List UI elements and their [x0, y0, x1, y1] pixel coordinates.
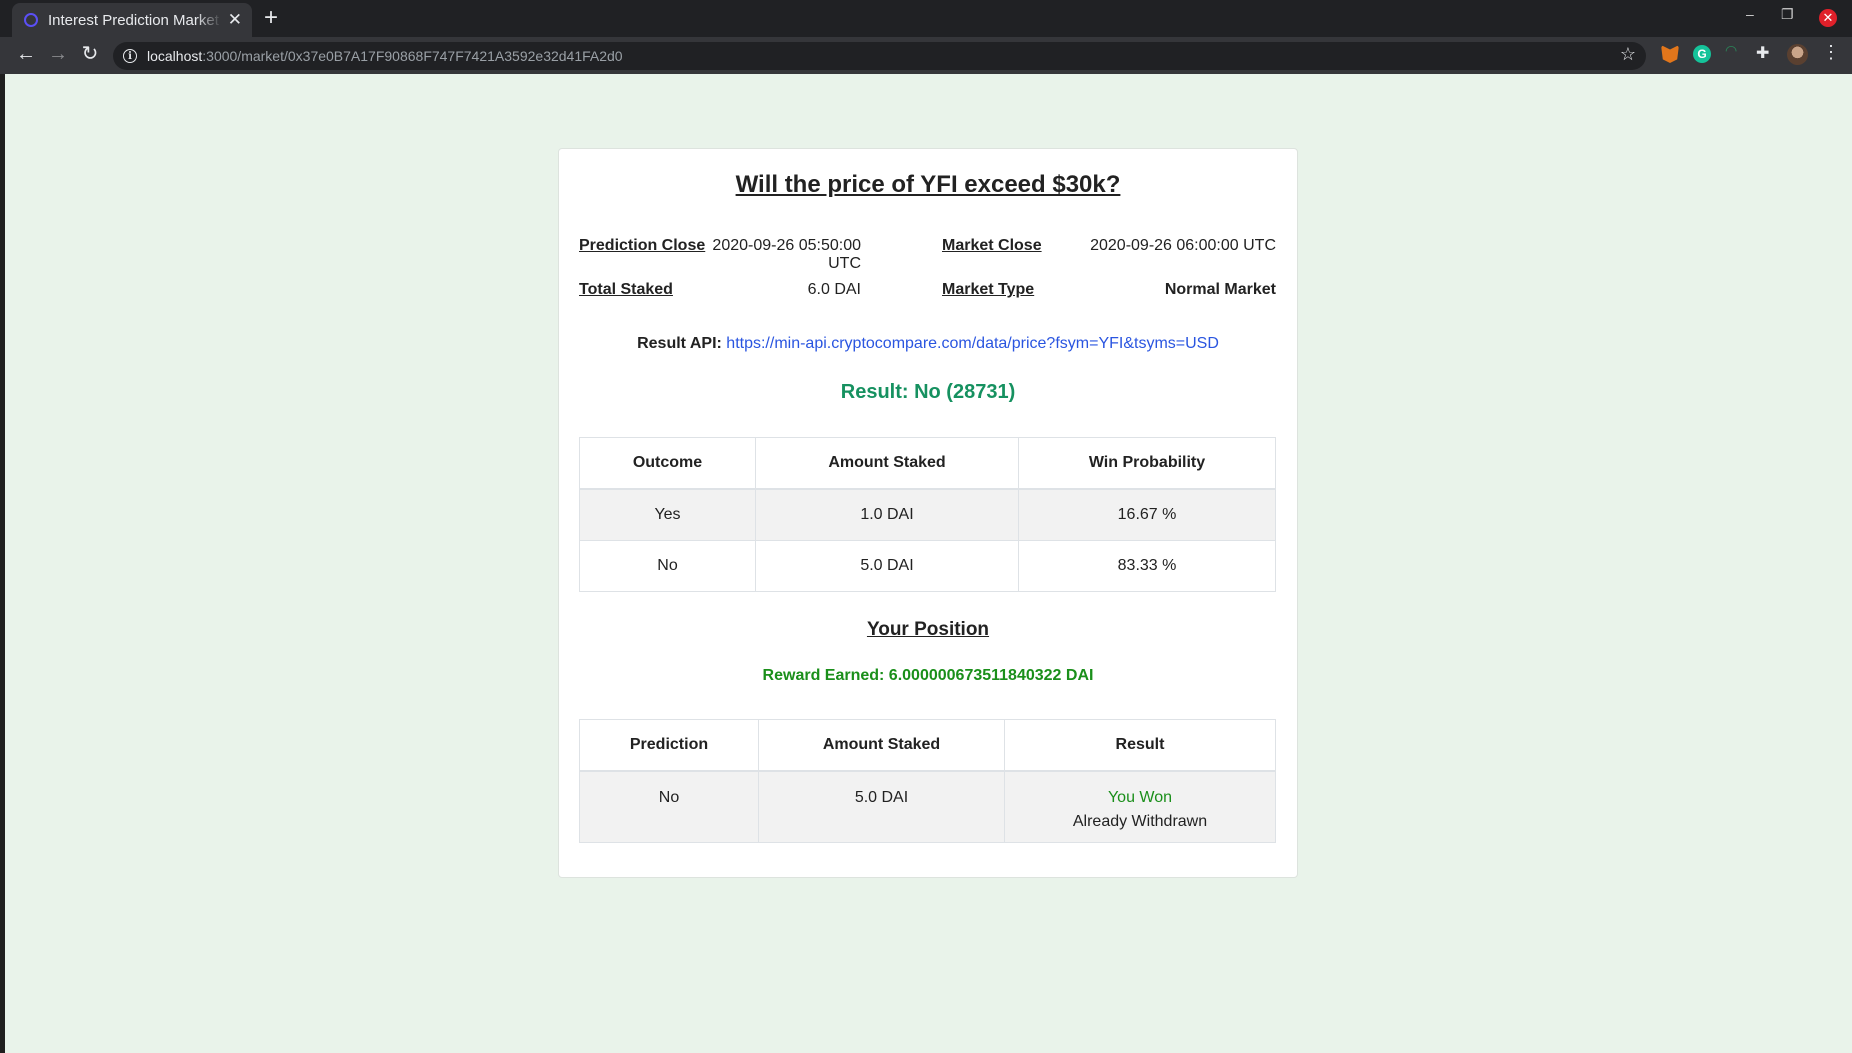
browser-tab[interactable]: Interest Prediction Market ✕ [12, 3, 252, 37]
result-api-line: Result API: https://min-api.cryptocompar… [559, 335, 1297, 353]
grammarly-extension-icon[interactable]: G [1693, 45, 1711, 63]
probability-cell: 16.67 % [1018, 488, 1276, 541]
column-header: Outcome [579, 437, 756, 490]
column-header: Win Probability [1018, 437, 1276, 490]
restore-icon[interactable]: ❐ [1781, 6, 1794, 23]
reward-earned: Reward Earned: 6.000000673511840322 DAI [762, 667, 1094, 684]
probability-cell: 83.33 % [1018, 540, 1276, 592]
table-row: No 5.0 DAI You Won Already Withdrawn [579, 770, 1276, 843]
reload-icon[interactable]: ↻ [78, 42, 102, 66]
outcome-cell: Yes [579, 488, 756, 541]
market-close-label: Market Close [942, 237, 1042, 254]
prediction-close-label: Prediction Close [579, 237, 706, 254]
column-header: Result [1004, 719, 1276, 772]
market-card: Will the price of YFI exceed $30k? Predi… [558, 148, 1298, 878]
result-cell: You Won Already Withdrawn [1004, 770, 1276, 843]
address-bar[interactable]: i localhost:3000/market/0x37e0B7A17F9086… [113, 42, 1646, 70]
window-close-icon[interactable]: ✕ [1819, 9, 1837, 27]
url-text[interactable]: localhost:3000/market/0x37e0B7A17F90868F… [147, 48, 623, 64]
win-status: You Won [1107, 789, 1173, 806]
extension-icon[interactable]: ◠ [1725, 42, 1743, 60]
column-header: Amount Staked [755, 437, 1019, 490]
market-close-value: 2020-09-26 06:00:00 UTC [1090, 237, 1276, 254]
forward-arrow-icon[interactable]: → [46, 42, 70, 66]
profile-avatar[interactable] [1787, 44, 1808, 65]
back-arrow-icon[interactable]: ← [14, 42, 38, 66]
column-header: Amount Staked [758, 719, 1005, 772]
browser-tab-strip: Interest Prediction Market ✕ + – ❐ ✕ [0, 0, 1852, 37]
browser-toolbar: ← → ↻ i localhost:3000/market/0x37e0B7A1… [0, 37, 1852, 74]
market-question: Will the price of YFI exceed $30k? [735, 171, 1121, 198]
total-staked-value: 6.0 DAI [807, 281, 861, 298]
your-position-heading: Your Position [866, 619, 990, 640]
amount-cell: 1.0 DAI [755, 488, 1019, 541]
column-header: Prediction [579, 719, 759, 772]
info-icon[interactable]: i [123, 49, 137, 63]
outcome-cell: No [579, 540, 756, 592]
total-staked-label: Total Staked [579, 281, 673, 298]
minimize-icon[interactable]: – [1746, 6, 1754, 22]
position-table: Prediction Amount Staked Result No 5.0 D… [579, 719, 1276, 843]
market-type-value: Normal Market [1164, 281, 1276, 298]
prediction-close-value: 2020-09-26 05:50:00 UTC [712, 237, 861, 272]
amount-cell: 5.0 DAI [758, 770, 1005, 843]
amount-cell: 5.0 DAI [755, 540, 1019, 592]
bookmark-star-icon[interactable]: ☆ [1620, 44, 1636, 65]
market-result: Result: No (28731) [840, 381, 1016, 403]
browser-menu-icon[interactable]: ⋮ [1822, 42, 1840, 63]
result-api-label: Result API: [637, 335, 722, 352]
tab-title: Interest Prediction Market [48, 11, 219, 29]
outcomes-table: Outcome Amount Staked Win Probability Ye… [579, 437, 1276, 592]
market-type-label: Market Type [942, 281, 1035, 298]
result-api-link[interactable]: https://min-api.cryptocompare.com/data/p… [726, 335, 1219, 352]
new-tab-button[interactable]: + [264, 4, 278, 32]
table-row: No 5.0 DAI 83.33 % [579, 540, 1276, 592]
withdrawal-status: Already Withdrawn [1072, 813, 1208, 830]
page-viewport: Will the price of YFI exceed $30k? Predi… [5, 74, 1852, 1053]
tab-close-icon[interactable]: ✕ [228, 10, 242, 30]
table-row: Yes 1.0 DAI 16.67 % [579, 488, 1276, 541]
site-favicon-icon [24, 13, 38, 27]
prediction-cell: No [579, 770, 759, 843]
extensions-puzzle-icon[interactable]: ✚ [1756, 43, 1774, 62]
